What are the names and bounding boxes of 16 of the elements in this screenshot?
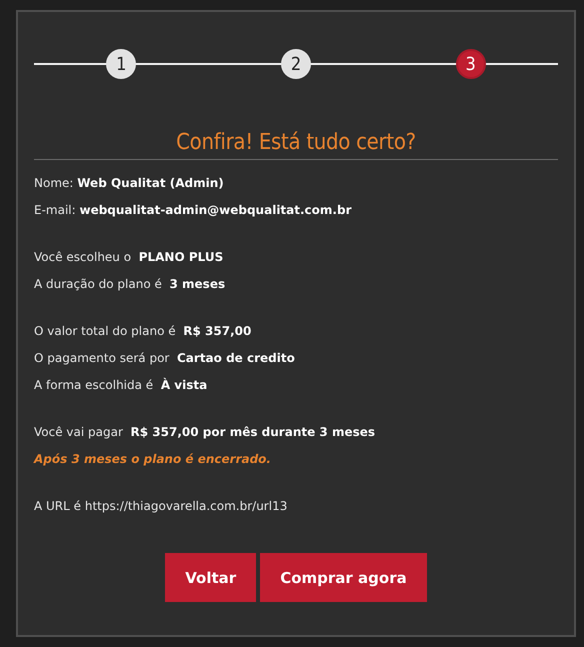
summary-line: O valor total do plano é R$ 357,00 [34, 323, 252, 340]
summary-line: Nome: Web Qualitat (Admin) [34, 175, 225, 192]
summary-line: A URL é https://thiagovarella.com.br/url13 [34, 498, 288, 515]
step-indicator: 1 [106, 49, 136, 79]
notice-text: Após 3 meses o plano é encerrado. [34, 451, 272, 468]
summary-line: A duração do plano é 3 meses [34, 276, 226, 293]
buy-now-button[interactable]: Comprar agora [260, 553, 427, 602]
back-button[interactable]: Voltar [165, 553, 256, 602]
summary-line: A forma escolhida é À vista [34, 376, 208, 394]
step-indicator: 2 [280, 49, 311, 79]
summary-line: E-mail: webqualitat-admin@webqualitat.com.br [34, 202, 352, 219]
summary-line: Você escolheu o PLANO PLUS [34, 249, 224, 266]
step-indicator: 3 [456, 49, 486, 79]
summary-line: Você vai pagar R$ 357,00 por mês durante 3 meses [34, 424, 376, 441]
summary-line: O pagamento será por Cartao de credito [34, 350, 296, 367]
confirmation-heading: Confira! Está tudo certo? [34, 130, 558, 160]
